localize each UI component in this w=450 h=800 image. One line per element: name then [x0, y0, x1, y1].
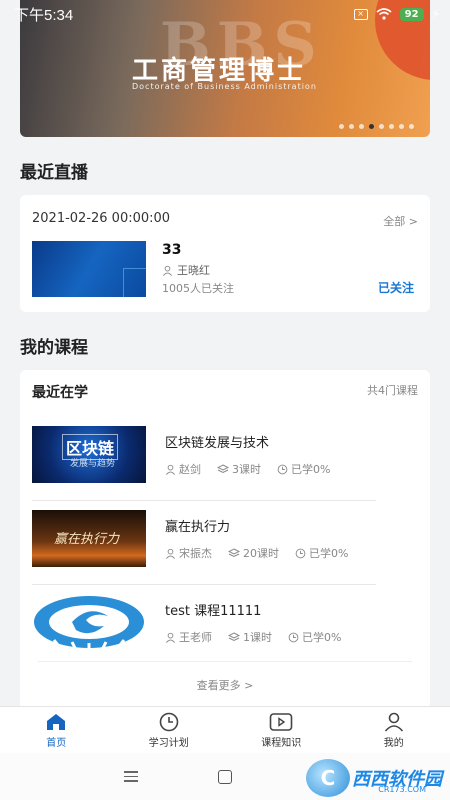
- tab-study-plan[interactable]: 学习计划: [113, 707, 226, 753]
- watermark-logo-icon: C: [306, 759, 350, 797]
- bottom-tab-bar: 首页 学习计划 课程知识 我的: [0, 706, 450, 753]
- course-logo-image: [34, 596, 144, 651]
- course-item[interactable]: 区块链 发展与趋势 区块链发展与技术 赵剑 3课时 已学0%: [32, 426, 376, 504]
- course-thumbnail: [32, 594, 146, 651]
- course-thumbnail: 区块链 发展与趋势: [32, 426, 146, 483]
- status-time: 下午5:34: [14, 6, 74, 24]
- course-lessons: 3课时: [232, 463, 261, 476]
- home-button-icon[interactable]: [218, 770, 232, 784]
- live-card[interactable]: 2021-02-26 00:00:00 全部 > 33 王晓红 1005人已关注…: [20, 195, 430, 312]
- course-name: 赢在执行力: [165, 520, 231, 535]
- divider: [32, 500, 376, 501]
- course-item[interactable]: 赢在执行力 赢在执行力 宋振杰 20课时 已学0%: [32, 510, 376, 588]
- carousel-dot: [389, 124, 394, 129]
- tab-profile[interactable]: 我的: [338, 707, 450, 753]
- course-count: 共4门课程: [367, 384, 418, 397]
- course-meta: 宋振杰 20课时 已学0%: [165, 545, 348, 561]
- live-thumbnail[interactable]: [32, 241, 146, 297]
- person-icon: [166, 632, 175, 643]
- live-section-title: 最近直播: [20, 163, 88, 183]
- home-icon: [47, 713, 66, 730]
- person-icon: [163, 265, 172, 276]
- live-followers: 1005人已关注: [162, 282, 234, 295]
- layers-icon: [217, 463, 229, 473]
- carousel-dot: [399, 124, 404, 129]
- course-thumbnail: 赢在执行力: [32, 510, 146, 567]
- carousel-dot: [379, 124, 384, 129]
- carousel-dot-active: [369, 124, 374, 129]
- course-lessons: 20课时: [243, 547, 279, 560]
- layers-icon: [228, 631, 240, 641]
- tab-label: 我的: [383, 737, 404, 749]
- thumbnail-subtext: 发展与趋势: [70, 459, 116, 469]
- course-progress: 已学0%: [302, 631, 342, 644]
- follow-button[interactable]: 已关注: [378, 279, 414, 296]
- tab-home[interactable]: 首页: [0, 707, 113, 753]
- courses-section-title: 我的课程: [20, 338, 88, 358]
- clock-icon: [159, 712, 179, 731]
- divider: [32, 584, 376, 585]
- tab-label: 学习计划: [148, 737, 189, 749]
- live-date: 2021-02-26 00:00:00: [32, 211, 171, 226]
- person-icon: [166, 548, 175, 559]
- wifi-icon: [376, 8, 392, 20]
- courses-card: 最近在学 共4门课程 区块链 发展与趋势 区块链发展与技术 赵剑 3课时 已学0…: [20, 370, 430, 710]
- live-title: 33: [162, 242, 182, 258]
- progress-icon: [277, 464, 288, 474]
- recent-learning-title: 最近在学: [32, 385, 88, 401]
- carousel-dot: [359, 124, 364, 129]
- status-bar: 下午5:34 × 92 ⚡: [0, 0, 450, 28]
- charging-icon: ⚡: [431, 7, 440, 21]
- person-icon: [166, 464, 175, 475]
- battery-icon: 92: [399, 7, 424, 21]
- course-name: test 课程11111: [165, 604, 262, 619]
- carousel-dot: [409, 124, 414, 129]
- menu-icon[interactable]: [124, 771, 138, 785]
- live-host: 王晓红: [162, 262, 210, 278]
- progress-icon: [288, 632, 299, 642]
- tab-label: 首页: [46, 737, 67, 749]
- course-progress: 已学0%: [309, 547, 349, 560]
- course-meta: 王老师 1课时 已学0%: [165, 629, 341, 645]
- carousel-indicator: [339, 124, 414, 129]
- banner-subtitle: Doctorate of Business Administration: [132, 82, 317, 91]
- play-icon: [269, 712, 293, 731]
- course-teacher: 王老师: [179, 631, 212, 644]
- course-teacher: 赵剑: [179, 463, 201, 476]
- course-teacher: 宋振杰: [179, 547, 212, 560]
- tab-label: 课程知识: [261, 737, 302, 749]
- course-progress: 已学0%: [291, 463, 331, 476]
- course-meta: 赵剑 3课时 已学0%: [165, 461, 330, 477]
- view-more-link[interactable]: 查看更多 >: [20, 677, 430, 693]
- sim-icon: ×: [353, 8, 368, 20]
- view-all-link[interactable]: 全部 >: [383, 213, 418, 229]
- thumbnail-text: 赢在执行力: [54, 532, 120, 547]
- course-lessons: 1课时: [243, 631, 272, 644]
- layers-icon: [228, 547, 240, 557]
- watermark-subtext: CR173.COM: [378, 785, 426, 794]
- course-name: 区块链发展与技术: [165, 436, 270, 451]
- live-host-name: 王晓红: [177, 264, 210, 277]
- carousel-dot: [349, 124, 354, 129]
- progress-icon: [295, 548, 306, 558]
- divider: [38, 661, 412, 662]
- tab-course-knowledge[interactable]: 课程知识: [225, 707, 338, 753]
- carousel-dot: [339, 124, 344, 129]
- system-nav-bar: C 西西软件园 CR173.COM: [0, 753, 450, 800]
- watermark: C 西西软件园 CR173.COM: [306, 759, 442, 797]
- user-icon: [384, 712, 403, 732]
